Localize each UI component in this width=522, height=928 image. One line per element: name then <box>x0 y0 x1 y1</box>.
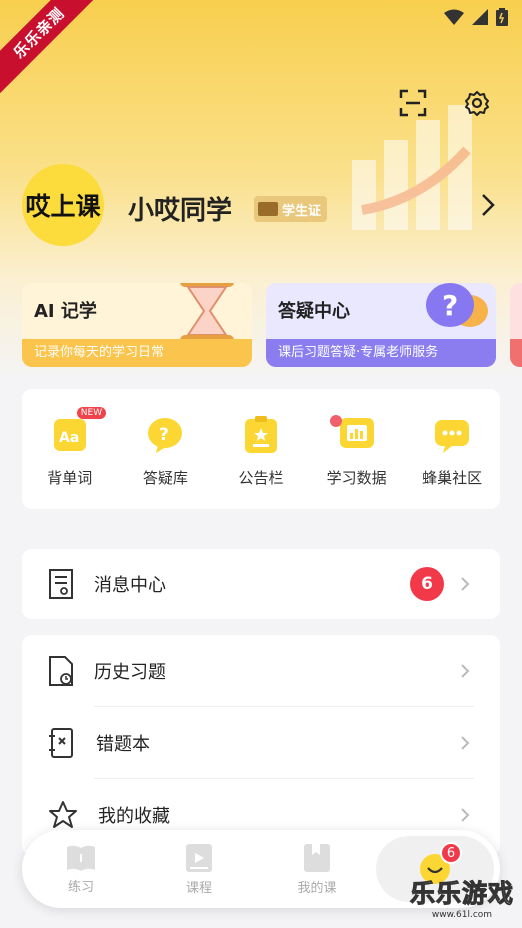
watermark-title: 乐乐游戏 <box>409 879 514 909</box>
quick-action-label: 学习数据 <box>326 469 387 487</box>
tab-badge: 6 <box>440 842 462 864</box>
status-bar <box>444 8 508 26</box>
question-icon: ? <box>145 415 185 455</box>
unread-count-badge: 6 <box>410 567 444 601</box>
battery-icon <box>496 8 508 26</box>
quick-bulletin-board[interactable]: 公告栏 <box>216 415 306 509</box>
ai-journal-subtitle: 记录你每天的学习日常 <box>22 339 252 367</box>
tab-label: 练习 <box>67 879 94 895</box>
settings-gear-icon[interactable] <box>462 88 492 118</box>
scan-icon[interactable] <box>398 88 428 118</box>
site-watermark: 乐乐游戏 www.61l.com <box>406 874 518 921</box>
watermark-url: www.61l.com <box>431 910 493 920</box>
study-tools-list: 历史习题 错题本 我的收藏 <box>22 635 500 855</box>
new-badge: NEW <box>76 407 107 419</box>
list-item-label: 我的收藏 <box>98 806 170 827</box>
tab-courses[interactable]: 课程 <box>140 830 258 908</box>
qa-center-card[interactable]: 答疑中心 ? 课后习题答疑·专属老师服务 <box>266 283 496 367</box>
quick-vocabulary[interactable]: Aa NEW 背单词 <box>25 407 115 509</box>
open-book-icon <box>67 845 95 871</box>
third-feature-card[interactable] <box>510 283 522 367</box>
bulletin-icon <box>241 415 281 455</box>
list-item-wrong-answers[interactable]: 错题本 <box>22 707 500 779</box>
message-center-card[interactable]: 消息中心 6 <box>22 549 500 619</box>
tab-my-courses[interactable]: 我的课 <box>258 830 376 908</box>
ai-journal-card[interactable]: AI 记学 记录你每天的学习日常 <box>22 283 252 367</box>
svg-text:?: ? <box>159 425 169 445</box>
qa-center-subtitle: 课后习题答疑·专属老师服务 <box>266 339 496 367</box>
quick-action-label: 公告栏 <box>238 469 284 487</box>
username[interactable]: 小哎同学 <box>128 190 232 227</box>
quick-hive-community[interactable]: 蜂巢社区 <box>407 415 497 509</box>
chevron-right-icon <box>461 736 470 750</box>
bookmark-book-icon <box>304 843 330 872</box>
tab-label: 课程 <box>185 880 212 896</box>
quick-qa-library[interactable]: ? 答疑库 <box>120 415 210 509</box>
qa-center-title: 答疑中心 <box>278 301 350 322</box>
video-play-icon <box>186 843 212 872</box>
wifi-icon <box>444 9 464 25</box>
chevron-right-icon[interactable] <box>480 192 496 222</box>
chevron-right-icon <box>461 808 470 822</box>
svg-text:Aa: Aa <box>59 430 79 446</box>
vocabulary-icon: Aa <box>50 415 90 455</box>
ai-journal-title: AI 记学 <box>34 301 97 322</box>
avatar-logo-text: 哎上课 <box>25 192 101 221</box>
quick-actions: Aa NEW 背单词 ? 答疑库 公告栏 学习数据 蜂巢社区 <box>22 389 500 509</box>
star-icon <box>49 801 77 828</box>
quick-action-label: 答疑库 <box>142 469 188 487</box>
list-item-label: 历史习题 <box>94 662 166 683</box>
tab-label: 我的课 <box>297 880 337 896</box>
study-data-icon <box>337 415 377 455</box>
quick-study-data[interactable]: 学习数据 <box>312 415 402 509</box>
chevron-right-icon <box>461 664 470 678</box>
history-document-icon <box>49 656 73 686</box>
tab-practice[interactable]: 练习 <box>22 830 140 908</box>
list-item-label: 错题本 <box>96 734 150 755</box>
quick-action-label: 背单词 <box>47 469 93 487</box>
list-item-history[interactable]: 历史习题 <box>22 635 500 707</box>
id-card-icon <box>258 202 278 216</box>
quick-action-label: 蜂巢社区 <box>422 469 483 487</box>
question-bubble-icon: ? <box>426 283 488 327</box>
wrong-notebook-icon <box>49 728 73 758</box>
message-center-label: 消息中心 <box>94 575 166 596</box>
student-id-badge[interactable]: 学生证 <box>254 196 328 222</box>
avatar[interactable]: 哎上课 <box>22 164 104 246</box>
message-document-icon <box>49 569 73 599</box>
growth-chart-illustration <box>352 105 472 230</box>
chevron-right-icon <box>461 577 470 591</box>
community-chat-icon <box>432 415 472 455</box>
student-id-label: 学生证 <box>282 203 322 219</box>
svg-text:?: ? <box>442 289 458 322</box>
notification-dot <box>329 415 342 427</box>
signal-icon <box>472 9 488 25</box>
